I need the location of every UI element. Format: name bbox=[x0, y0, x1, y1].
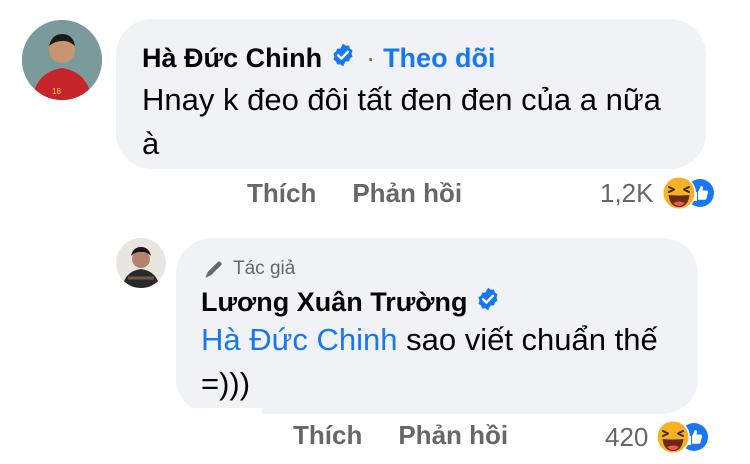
verified-badge-icon bbox=[330, 42, 356, 75]
comment-text-line2: à bbox=[142, 126, 160, 161]
reply-author-avatar[interactable] bbox=[116, 238, 166, 288]
like-button[interactable]: Thích bbox=[247, 178, 316, 209]
haha-reaction-icon bbox=[661, 176, 716, 210]
verified-badge-icon bbox=[475, 286, 501, 319]
commenter-name[interactable]: Hà Đức Chinh bbox=[142, 43, 322, 74]
like-button[interactable]: Thích bbox=[293, 420, 362, 451]
author-tag-label: Tác giả bbox=[233, 258, 296, 279]
reply-button[interactable]: Phản hồi bbox=[398, 420, 508, 451]
reply-header: Lương Xuân Trường bbox=[201, 284, 501, 320]
author-tag: Tác giả bbox=[201, 256, 295, 282]
pen-icon bbox=[205, 261, 222, 278]
reaction-count: 420 bbox=[605, 421, 649, 452]
reply-text: Hà Đức Chinh sao viết chuẩn thế =))) bbox=[201, 318, 691, 406]
reply-author-name[interactable]: Lương Xuân Trường bbox=[201, 287, 467, 318]
comment-text-line1: Hnay k đeo đôi tất đen đen của a nữa bbox=[142, 82, 661, 117]
commenter-avatar[interactable]: 18 bbox=[22, 20, 102, 100]
reaction-count: 1,2K bbox=[600, 177, 654, 208]
crop-edge bbox=[0, 408, 262, 464]
reply-text-rest: sao viết chuẩn thế bbox=[397, 322, 658, 357]
reply-button[interactable]: Phản hồi bbox=[352, 178, 462, 209]
avatar-photo: 18 bbox=[22, 20, 102, 100]
separator-dot: · bbox=[366, 42, 376, 73]
comment-header: Hà Đức Chinh · Theo dõi bbox=[142, 40, 496, 76]
comment-text: Hnay k đeo đôi tất đen đen của a nữa à bbox=[142, 78, 702, 166]
jersey-number: 18 bbox=[52, 87, 61, 96]
comment-reactions[interactable]: 1,2K bbox=[600, 172, 720, 214]
reply-actions: Thích Phản hồi bbox=[293, 420, 508, 451]
haha-reaction-icon bbox=[656, 420, 711, 454]
comment-actions: Thích Phản hồi bbox=[247, 178, 462, 209]
mention-link[interactable]: Hà Đức Chinh bbox=[201, 322, 398, 357]
avatar-photo bbox=[116, 238, 166, 288]
reply-text-line2: =))) bbox=[201, 366, 251, 401]
reply-reactions[interactable]: 420 bbox=[605, 416, 714, 458]
follow-button[interactable]: Theo dõi bbox=[383, 43, 495, 74]
